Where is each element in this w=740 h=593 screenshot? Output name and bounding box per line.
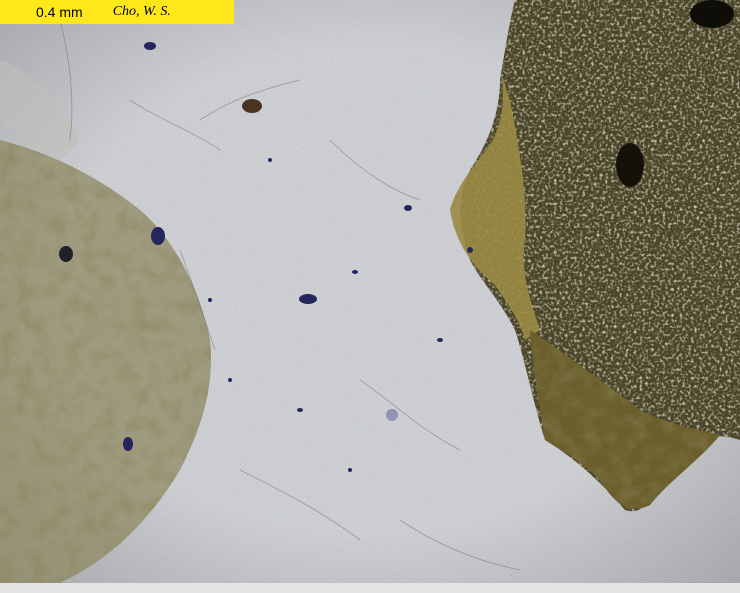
- thin-section-micrograph: [0, 0, 740, 583]
- photo-credit: Cho, W. S.: [112, 4, 171, 19]
- bottom-strip: [0, 583, 740, 593]
- scale-bar-label: 0.4 mm: [36, 4, 83, 20]
- micrograph-view: 0.4 mm Cho, W. S.: [0, 0, 740, 593]
- caption-label: 0.4 mm Cho, W. S.: [0, 0, 234, 24]
